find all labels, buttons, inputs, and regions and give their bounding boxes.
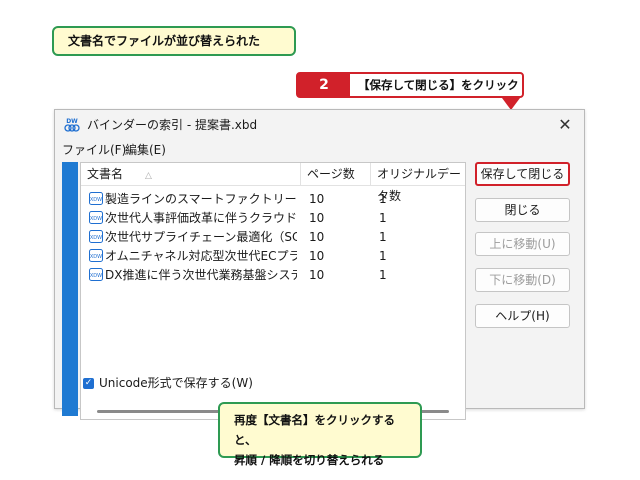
table-row[interactable]: XDW 次世代サプライチェーン最適化（SCM... 10 1 xyxy=(81,228,465,246)
save-and-close-button[interactable]: 保存して閉じる xyxy=(475,162,570,186)
menu-bar: ファイル(F) 編集(E) xyxy=(55,140,584,160)
unicode-checkbox[interactable]: ✓ xyxy=(83,378,94,389)
row-document-name: 次世代サプライチェーン最適化（SCM... xyxy=(105,230,297,244)
svg-text:XDW: XDW xyxy=(90,235,102,241)
column-header-document-name[interactable]: 文書名 △ xyxy=(81,163,301,185)
row-original-data: 1 xyxy=(379,230,387,244)
callout-line-1: 再度【文書名】をクリックすると、 xyxy=(234,413,395,447)
table-row[interactable]: XDW 製造ラインのスマートファクトリー化に伴う... 10 1 xyxy=(81,190,465,208)
row-document-name: DX推進に伴う次世代業務基盤システ... xyxy=(105,268,297,282)
row-document-name: 製造ラインのスマートファクトリー化に伴う... xyxy=(105,192,297,206)
row-document-name: 次世代人事評価改革に伴うクラウド型... xyxy=(105,211,297,225)
row-original-data: 1 xyxy=(379,192,387,206)
row-document-name: オムニチャネル対応型次世代ECプラット... xyxy=(105,249,297,263)
move-up-button[interactable]: 上に移動(U) xyxy=(475,232,570,256)
svg-text:XDW: XDW xyxy=(90,197,102,203)
sort-ascending-icon: △ xyxy=(145,171,152,181)
step-number: 2 xyxy=(298,74,350,96)
close-button[interactable]: 閉じる xyxy=(475,198,570,222)
annotation-callout-bottom: 再度【文書名】をクリックすると、 昇順 / 降順を切り替えられる xyxy=(218,402,422,467)
xdw-document-icon: XDW xyxy=(89,249,103,262)
step-label: 2 【保存して閉じる】をクリック xyxy=(296,72,524,98)
annotation-callout-top: 文書名でファイルが並び替えられた xyxy=(52,26,296,56)
window-title: バインダーの索引 - 提案書.xbd xyxy=(87,118,258,132)
table-row[interactable]: XDW 次世代人事評価改革に伴うクラウド型... 10 1 xyxy=(81,209,465,227)
close-icon[interactable]: ✕ xyxy=(546,110,584,140)
dw-binder-icon: DW xyxy=(64,118,80,132)
svg-text:XDW: XDW xyxy=(90,254,102,260)
svg-text:XDW: XDW xyxy=(90,216,102,222)
title-bar: DW バインダーの索引 - 提案書.xbd ✕ xyxy=(55,110,584,140)
unicode-checkbox-label: Unicode形式で保存する(W) xyxy=(99,376,253,390)
binder-accent-strip xyxy=(62,162,78,416)
menu-edit[interactable]: 編集(E) xyxy=(125,140,166,160)
row-original-data: 1 xyxy=(379,211,387,225)
row-pages: 10 xyxy=(309,192,325,206)
list-header: 文書名 △ ページ数 オリジナルデータ数 xyxy=(81,163,467,203)
row-original-data: 1 xyxy=(379,249,387,263)
svg-text:DW: DW xyxy=(66,118,78,125)
xdw-document-icon: XDW xyxy=(89,192,103,205)
row-pages: 10 xyxy=(309,249,325,263)
xdw-document-icon: XDW xyxy=(89,230,103,243)
help-button[interactable]: ヘルプ(H) xyxy=(475,304,570,328)
xdw-document-icon: XDW xyxy=(89,211,103,224)
column-header-original-data[interactable]: オリジナルデータ数 xyxy=(371,163,467,203)
row-pages: 10 xyxy=(309,268,325,282)
table-row[interactable]: XDW オムニチャネル対応型次世代ECプラット... 10 1 xyxy=(81,247,465,265)
callout-line-2: 昇順 / 降順を切り替えられる xyxy=(234,453,385,467)
row-pages: 10 xyxy=(309,230,325,244)
svg-text:XDW: XDW xyxy=(90,273,102,279)
row-original-data: 1 xyxy=(379,268,387,282)
menu-file[interactable]: ファイル(F) xyxy=(62,140,126,160)
column-header-pages[interactable]: ページ数 xyxy=(301,163,371,185)
binder-index-dialog: DW バインダーの索引 - 提案書.xbd ✕ ファイル(F) 編集(E) 文書… xyxy=(54,109,585,420)
step-instruction: 【保存して閉じる】をクリック xyxy=(358,78,519,92)
table-row[interactable]: XDW DX推進に伴う次世代業務基盤システ... 10 1 xyxy=(81,266,465,284)
xdw-document-icon: XDW xyxy=(89,268,103,281)
column-label-document-name: 文書名 xyxy=(87,167,124,181)
row-pages: 10 xyxy=(309,211,325,225)
move-down-button[interactable]: 下に移動(D) xyxy=(475,268,570,292)
